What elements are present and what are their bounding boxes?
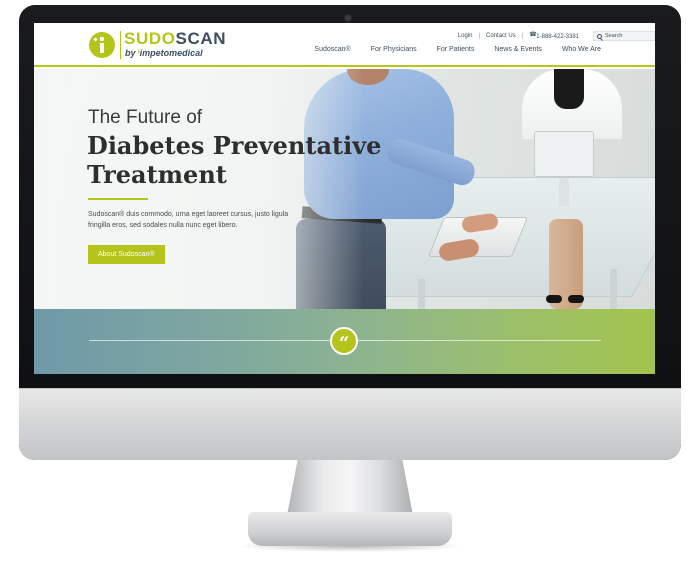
website-screen: SUDOSCAN by ⁱimpetomedical Login | Conta… <box>34 23 655 374</box>
hero-title-line2: Treatment <box>87 160 227 189</box>
contact-link[interactable]: Contact Us <box>480 33 522 39</box>
logo-wordmark[interactable]: SUDOSCAN <box>124 30 226 48</box>
logo-tagline-by: by <box>125 48 136 58</box>
hero-photo-desk-leg <box>418 279 425 309</box>
nav-item-who-we-are[interactable]: Who We Are <box>562 46 601 53</box>
hero-divider <box>88 198 148 200</box>
hero-description: Sudoscan® duis commodo, urna eget laoree… <box>88 211 289 229</box>
logo-info-icon[interactable] <box>89 32 115 58</box>
main-nav: Sudoscan® For Physicians For Patients Ne… <box>314 46 601 53</box>
hero-title-line1: Diabetes Preventative <box>87 131 382 160</box>
phone-number: 1-888-422-3381 <box>536 33 579 40</box>
search-input[interactable]: Search <box>593 31 655 41</box>
utility-nav: Login | Contact Us | 1-888-422-3381 Sear… <box>452 30 655 42</box>
search-icon[interactable] <box>597 33 602 39</box>
about-sudoscan-button[interactable]: About Sudoscan® <box>88 245 165 264</box>
hero-photo-desk-leg <box>610 269 617 309</box>
monitor-stand-neck <box>286 460 414 518</box>
hero-photo-doctor-shoe <box>546 295 562 303</box>
nav-item-for-patients[interactable]: For Patients <box>437 46 475 53</box>
nav-item-sudoscan[interactable]: Sudoscan® <box>314 46 350 53</box>
nav-item-for-physicians[interactable]: For Physicians <box>371 46 417 53</box>
logo-word-part2: SCAN <box>175 29 227 48</box>
nav-item-news-events[interactable]: News & Events <box>494 46 541 53</box>
hero-banner: The Future of Diabetes Preventative Trea… <box>34 69 655 309</box>
hero-photo-doctor-shoe <box>568 295 584 303</box>
hero-photo-doctor-shirt <box>554 69 584 109</box>
logo-word-part1: SUDO <box>124 29 176 48</box>
site-header: SUDOSCAN by ⁱimpetomedical Login | Conta… <box>34 23 655 67</box>
login-link[interactable]: Login <box>452 33 479 39</box>
phone-icon <box>529 31 536 38</box>
monitor-stand-base <box>248 512 452 546</box>
hero-photo-sudoscan-monitor <box>534 131 594 206</box>
monitor-chin <box>19 388 681 460</box>
hero-kicker: The Future of <box>88 107 203 128</box>
phone-link[interactable]: 1-888-422-3381 <box>523 31 585 40</box>
quote-icon: “ <box>330 327 358 355</box>
logo-divider <box>120 31 121 59</box>
logo-tagline-company: impetomedical <box>139 48 203 58</box>
logo-tagline: by ⁱimpetomedical <box>125 48 203 59</box>
hero-text-overlay <box>34 69 364 309</box>
hero-title: Diabetes Preventative Treatment <box>87 131 387 189</box>
search-placeholder: Search <box>605 33 623 39</box>
testimonial-band: “ <box>34 309 655 374</box>
camera-icon <box>345 15 351 21</box>
